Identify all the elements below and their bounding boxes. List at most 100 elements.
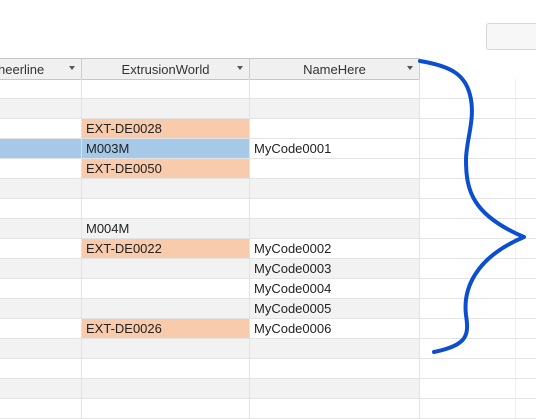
cell-heerline[interactable] (0, 279, 82, 298)
cell-heerline[interactable] (0, 139, 82, 158)
table-row[interactable] (0, 99, 536, 119)
cell-extrusionworld[interactable]: EXT-DE0022 (82, 239, 250, 258)
cell-namehere[interactable]: MyCode0002 (250, 239, 420, 258)
cell-namehere[interactable] (250, 79, 420, 98)
cell-namehere[interactable] (250, 399, 420, 418)
cell-empty[interactable] (420, 259, 516, 278)
cell-heerline[interactable] (0, 339, 82, 358)
cell-namehere[interactable]: MyCode0006 (250, 319, 420, 338)
cell-heerline[interactable] (0, 119, 82, 138)
table-row[interactable] (0, 339, 536, 359)
table-row[interactable]: MyCode0004 (0, 279, 536, 299)
cell-namehere[interactable] (250, 119, 420, 138)
table-row[interactable]: M004M (0, 219, 536, 239)
table-row[interactable] (0, 399, 536, 419)
cell-extrusionworld[interactable] (82, 359, 250, 378)
column-header-extrusionworld[interactable]: ExtrusionWorld (82, 59, 250, 79)
cell-namehere[interactable] (250, 159, 420, 178)
cell-empty[interactable] (420, 99, 516, 118)
cell-extrusionworld[interactable] (82, 299, 250, 318)
cell-namehere[interactable] (250, 379, 420, 398)
cell-heerline[interactable] (0, 199, 82, 218)
cell-extrusionworld[interactable] (82, 279, 250, 298)
cell-heerline[interactable] (0, 359, 82, 378)
cell-heerline[interactable] (0, 239, 82, 258)
cell-extrusionworld[interactable] (82, 259, 250, 278)
table-row[interactable]: EXT-DE0026 MyCode0006 (0, 319, 536, 339)
cell-heerline[interactable] (0, 179, 82, 198)
table-row[interactable]: EXT-DE0050 (0, 159, 536, 179)
cell-namehere[interactable] (250, 339, 420, 358)
table-row[interactable]: MyCode0003 (0, 259, 536, 279)
cell-namehere[interactable] (250, 179, 420, 198)
cell-empty[interactable] (516, 339, 536, 358)
cell-extrusionworld[interactable] (82, 399, 250, 418)
cell-empty[interactable] (420, 139, 516, 158)
cell-empty[interactable] (516, 139, 536, 158)
cell-extrusionworld[interactable]: EXT-DE0050 (82, 159, 250, 178)
chevron-down-icon[interactable] (407, 66, 413, 70)
table-row[interactable] (0, 379, 536, 399)
table-row[interactable]: M003M MyCode0001 (0, 139, 536, 159)
cell-extrusionworld[interactable]: M004M (82, 219, 250, 238)
cell-empty[interactable] (420, 219, 516, 238)
cell-empty[interactable] (516, 79, 536, 98)
toolbar-box[interactable] (486, 23, 536, 50)
cell-heerline[interactable] (0, 159, 82, 178)
cell-extrusionworld[interactable]: EXT-DE0026 (82, 319, 250, 338)
cell-namehere[interactable] (250, 219, 420, 238)
cell-empty[interactable] (516, 159, 536, 178)
cell-empty[interactable] (420, 179, 516, 198)
cell-heerline[interactable] (0, 319, 82, 338)
cell-empty[interactable] (516, 199, 536, 218)
cell-namehere[interactable] (250, 99, 420, 118)
cell-empty[interactable] (420, 239, 516, 258)
cell-namehere[interactable]: MyCode0001 (250, 139, 420, 158)
cell-namehere[interactable]: MyCode0003 (250, 259, 420, 278)
table-row[interactable]: EXT-DE0028 (0, 119, 536, 139)
cell-namehere[interactable] (250, 199, 420, 218)
cell-empty[interactable] (516, 119, 536, 138)
cell-heerline[interactable] (0, 379, 82, 398)
cell-heerline[interactable] (0, 299, 82, 318)
column-header-namehere[interactable]: NameHere (250, 59, 420, 79)
cell-extrusionworld[interactable] (82, 79, 250, 98)
cell-extrusionworld[interactable] (82, 379, 250, 398)
cell-heerline[interactable] (0, 99, 82, 118)
cell-heerline[interactable] (0, 219, 82, 238)
cell-empty[interactable] (516, 279, 536, 298)
cell-empty[interactable] (420, 399, 516, 418)
cell-empty[interactable] (420, 199, 516, 218)
cell-extrusionworld[interactable]: EXT-DE0028 (82, 119, 250, 138)
cell-empty[interactable] (420, 299, 516, 318)
cell-extrusionworld[interactable] (82, 99, 250, 118)
table-row[interactable]: MyCode0005 (0, 299, 536, 319)
cell-extrusionworld[interactable]: M003M (82, 139, 250, 158)
cell-empty[interactable] (516, 239, 536, 258)
chevron-down-icon[interactable] (69, 66, 75, 70)
cell-namehere[interactable]: MyCode0005 (250, 299, 420, 318)
cell-empty[interactable] (420, 339, 516, 358)
cell-heerline[interactable] (0, 399, 82, 418)
cell-empty[interactable] (516, 99, 536, 118)
cell-empty[interactable] (516, 359, 536, 378)
table-row[interactable] (0, 359, 536, 379)
cell-empty[interactable] (420, 319, 516, 338)
cell-namehere[interactable] (250, 359, 420, 378)
cell-empty[interactable] (516, 259, 536, 278)
cell-empty[interactable] (420, 379, 516, 398)
cell-namehere[interactable]: MyCode0004 (250, 279, 420, 298)
cell-empty[interactable] (420, 159, 516, 178)
cell-empty[interactable] (516, 179, 536, 198)
cell-empty[interactable] (516, 299, 536, 318)
table-row[interactable] (0, 79, 536, 99)
table-row[interactable]: EXT-DE0022 MyCode0002 (0, 239, 536, 259)
cell-empty[interactable] (516, 399, 536, 418)
cell-empty[interactable] (516, 379, 536, 398)
cell-empty[interactable] (420, 119, 516, 138)
cell-extrusionworld[interactable] (82, 199, 250, 218)
column-header-heerline[interactable]: heerline (0, 59, 82, 79)
cell-heerline[interactable] (0, 259, 82, 278)
chevron-down-icon[interactable] (237, 66, 243, 70)
cell-empty[interactable] (420, 79, 516, 98)
